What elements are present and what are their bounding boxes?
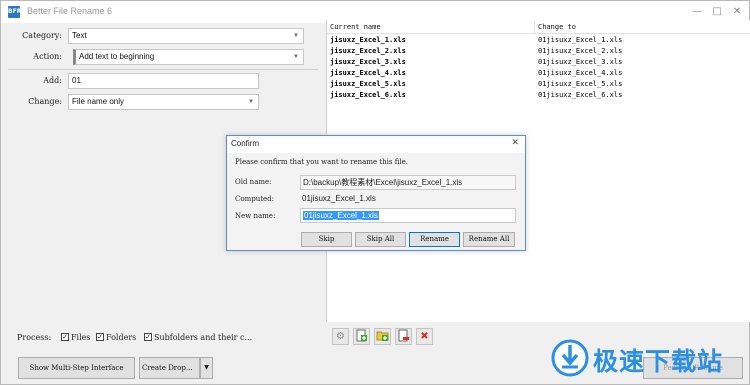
process-label: Process: — [17, 333, 52, 342]
old-name-label: Old name: — [235, 178, 272, 186]
list-item-current[interactable]: jisuxz_Excel_3.xls — [330, 57, 406, 68]
add-label: Add: — [43, 76, 62, 85]
action-value: Add text to beginning — [79, 52, 155, 61]
list-item-change: 01jisuxz_Excel_6.xls — [538, 91, 623, 99]
clear-list-icon[interactable]: ✖ — [416, 328, 433, 345]
add-folder-icon — [376, 331, 389, 341]
column-header-change[interactable]: Change to — [535, 21, 750, 34]
dialog-close-icon[interactable]: ✕ — [511, 138, 519, 148]
list-item-current[interactable]: jisuxz_Excel_6.xls — [330, 90, 406, 101]
subfolders-label: Subfolders and their c... — [154, 333, 253, 342]
add-files-button[interactable] — [353, 328, 370, 345]
confirm-dialog: Confirm ✕ Please confirm that you want t… — [226, 135, 526, 251]
chevron-down-icon: ▼ — [248, 99, 254, 105]
action-dropdown[interactable]: Add text to beginning ▼ — [73, 49, 304, 65]
create-drop-button[interactable]: Create Drop... — [139, 357, 200, 379]
watermark-logo-icon — [551, 339, 589, 377]
files-checkbox[interactable]: ✓ — [61, 333, 69, 341]
rename-all-button[interactable]: Rename All — [463, 232, 515, 247]
files-label: Files — [71, 333, 91, 342]
folders-checkbox[interactable]: ✓ — [96, 333, 104, 341]
new-name-selected-text: 01jisuxz_Excel_1.xls — [303, 211, 379, 220]
chevron-down-icon: ▼ — [293, 33, 299, 39]
maximize-button[interactable]: □ — [710, 5, 724, 19]
change-dropdown[interactable]: File name only ▼ — [68, 94, 259, 110]
change-value: File name only — [72, 97, 125, 106]
rename-button[interactable]: Rename — [409, 232, 460, 247]
divider — [8, 69, 318, 70]
list-item-change: 01jisuxz_Excel_3.xls — [538, 58, 623, 66]
chevron-down-icon: ▼ — [293, 54, 299, 60]
subfolders-checkbox[interactable]: ✓ — [144, 333, 152, 341]
dialog-title-bar: Confirm ✕ — [227, 136, 525, 153]
list-item-current[interactable]: jisuxz_Excel_2.xls — [330, 46, 406, 57]
gear-icon[interactable]: ⚙ — [332, 328, 349, 345]
category-dropdown[interactable]: Text ▼ — [68, 28, 304, 44]
add-text-input[interactable]: 01 — [68, 73, 259, 89]
multi-step-button[interactable]: Show Multi-Step Interface — [18, 357, 135, 379]
skip-all-button[interactable]: Skip All — [355, 232, 406, 247]
remove-file-icon — [398, 329, 409, 342]
site-watermark: 极速下载站 — [551, 333, 750, 383]
minimize-button[interactable]: — — [690, 5, 704, 19]
app-window: BFR Better File Rename 6 — □ ✕ Category:… — [0, 0, 750, 385]
computed-value: 01jisuxz_Excel_1.xls — [302, 194, 376, 203]
list-item-current[interactable]: jisuxz_Excel_1.xls — [330, 35, 406, 46]
folders-label: Folders — [106, 333, 137, 342]
category-label: Category: — [22, 31, 62, 40]
computed-label: Computed: — [235, 195, 274, 203]
list-item-change: 01jisuxz_Excel_2.xls — [538, 47, 623, 55]
action-label: Action: — [33, 52, 62, 61]
column-header-current[interactable]: Current name — [327, 21, 535, 34]
change-label: Change: — [28, 97, 62, 106]
category-value: Text — [72, 31, 87, 40]
list-item-change: 01jisuxz_Excel_4.xls — [538, 69, 623, 77]
remove-file-button[interactable] — [395, 328, 412, 345]
add-folder-button[interactable] — [374, 328, 391, 345]
dialog-title: Confirm — [231, 139, 260, 148]
new-name-label: New name: — [235, 212, 276, 220]
list-item-current[interactable]: jisuxz_Excel_4.xls — [330, 68, 406, 79]
dialog-message: Please confirm that you want to rename t… — [235, 158, 408, 166]
watermark-text: 极速下载站 — [593, 347, 724, 376]
app-logo-icon: BFR — [8, 6, 21, 18]
list-item-change: 01jisuxz_Excel_1.xls — [538, 36, 623, 44]
list-item-change: 01jisuxz_Excel_5.xls — [538, 80, 623, 88]
old-name-field: D:\backup\教程素材\Excel\jisuxz_Excel_1.xls — [300, 175, 516, 190]
skip-button[interactable]: Skip — [301, 232, 352, 247]
list-item-current[interactable]: jisuxz_Excel_5.xls — [330, 79, 406, 90]
window-title: Better File Rename 6 — [27, 6, 113, 16]
chevron-down-icon[interactable]: ▼ — [200, 357, 213, 379]
close-button[interactable]: ✕ — [730, 5, 744, 19]
new-name-input[interactable]: 01jisuxz_Excel_1.xls — [300, 208, 516, 223]
add-file-icon — [356, 329, 367, 342]
